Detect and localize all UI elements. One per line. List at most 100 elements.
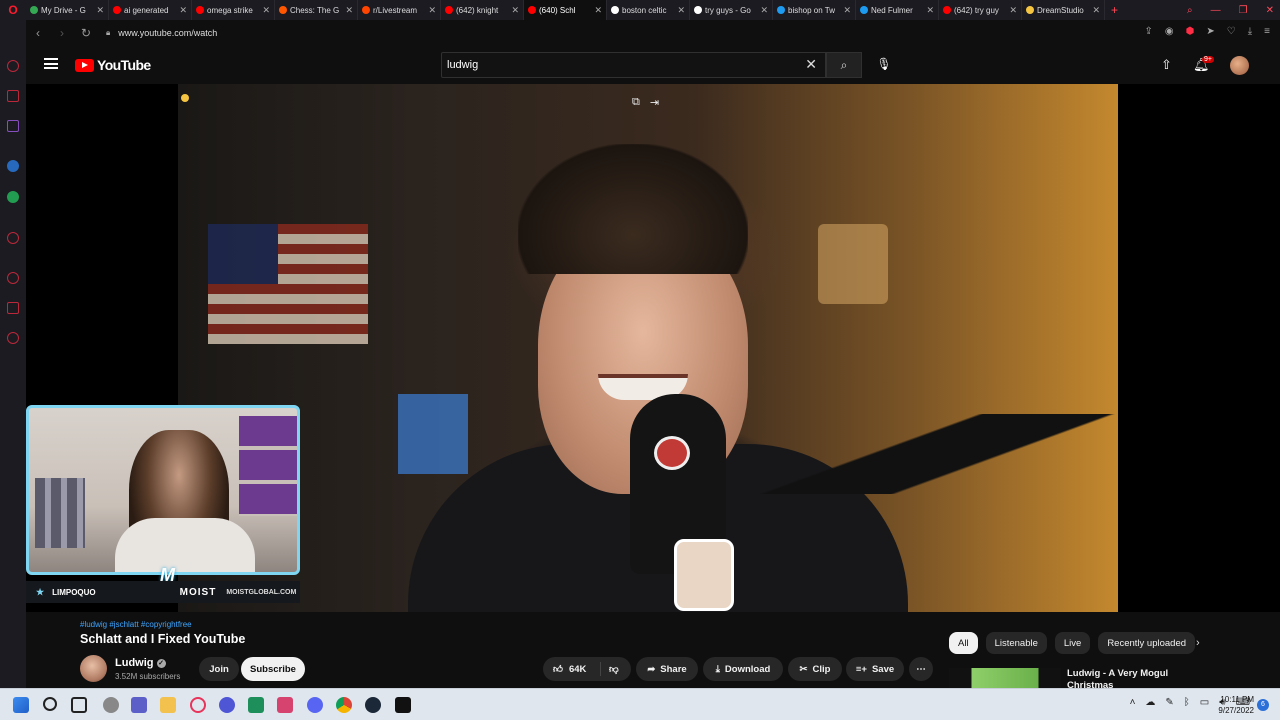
video-hashtags[interactable]: #ludwig #jschlatt #copyrightfree — [80, 620, 192, 629]
download-button[interactable]: ⤓ Download — [703, 657, 783, 681]
recommended-video-title[interactable]: Ludwig - A Very Mogul Christmas — [1067, 668, 1207, 688]
network-icon[interactable]: ▭ — [1200, 697, 1209, 708]
task-view-icon[interactable] — [71, 697, 87, 713]
browser-tab[interactable]: DreamStudio ✕ — [1022, 0, 1105, 20]
download-icon[interactable]: ⤓ — [1248, 26, 1252, 37]
subscribe-button[interactable]: Subscribe — [241, 657, 305, 681]
twitch-icon[interactable] — [7, 120, 19, 132]
channel-avatar[interactable] — [80, 655, 107, 682]
microphone-icon[interactable]: 🎙︎ — [874, 57, 894, 75]
youtube-logo[interactable]: YouTube — [75, 57, 151, 73]
chip-recently-uploaded[interactable]: Recently uploaded — [1098, 632, 1196, 654]
bluetooth-icon[interactable]: ᛒ — [1184, 697, 1190, 708]
tab-close-icon[interactable]: ✕ — [677, 5, 685, 16]
teams-icon[interactable] — [131, 697, 147, 713]
vivaldi-icon[interactable] — [219, 697, 235, 713]
like-button[interactable]: 👍︎ 64K — [543, 662, 601, 676]
reload-button[interactable]: ↻ — [74, 26, 98, 40]
messenger-icon[interactable] — [7, 160, 19, 172]
widgets-icon[interactable] — [103, 697, 119, 713]
hamburger-menu-icon[interactable] — [44, 58, 58, 69]
tab-close-icon[interactable]: ✕ — [262, 5, 270, 16]
tab-close-icon[interactable]: ✕ — [179, 5, 187, 16]
whatsapp-icon[interactable] — [7, 191, 19, 203]
browser-tab[interactable]: ai generated ✕ — [109, 0, 192, 20]
pen-icon[interactable]: ✎ — [1165, 697, 1173, 708]
menu-icon[interactable]: ≡ — [1264, 26, 1270, 37]
settings-icon[interactable] — [7, 332, 19, 344]
restore-button[interactable]: ❐ — [1239, 5, 1248, 16]
search-taskbar-icon[interactable] — [43, 697, 57, 711]
discord-icon[interactable] — [307, 697, 323, 713]
new-tab-button[interactable]: + — [1111, 3, 1118, 17]
forward-button[interactable]: › — [50, 26, 74, 40]
browser-tab[interactable]: (642) knight ✕ — [441, 0, 524, 20]
opera-taskbar-icon[interactable] — [190, 697, 206, 713]
recommended-video-thumbnail[interactable] — [949, 668, 1061, 688]
browser-tab[interactable]: r/Livestream ✕ — [358, 0, 441, 20]
close-window-button[interactable]: ✕ — [1266, 5, 1274, 16]
more-actions-button[interactable]: ⋯ — [909, 657, 933, 681]
vpn-icon[interactable]: ⬢ — [1186, 26, 1195, 37]
browser-tab[interactable]: (642) try guy ✕ — [939, 0, 1022, 20]
taskbar-clock[interactable]: 10:11 PM 9/27/2022 — [1210, 694, 1254, 716]
search-input[interactable]: ludwig ✕ — [441, 52, 826, 78]
search-button[interactable]: ⌕ — [826, 52, 862, 78]
tab-close-icon[interactable]: ✕ — [594, 5, 602, 16]
obs-icon[interactable] — [395, 697, 411, 713]
join-button[interactable]: Join — [199, 657, 239, 681]
bag-icon[interactable] — [7, 90, 19, 102]
upload-icon[interactable]: ⇧ — [1161, 57, 1172, 73]
tab-close-icon[interactable]: ✕ — [1092, 5, 1100, 16]
miniplayer-icon[interactable]: ⧉ — [632, 96, 640, 109]
app-icon-pink[interactable] — [277, 697, 293, 713]
tab-close-icon[interactable]: ✕ — [926, 5, 934, 16]
tab-close-icon[interactable]: ✕ — [843, 5, 851, 16]
dislike-button[interactable]: 👎︎ — [601, 663, 619, 675]
clip-button[interactable]: ✂ Clip — [788, 657, 842, 681]
chevron-right-icon[interactable]: › — [1196, 637, 1200, 649]
chip-all[interactable]: All — [949, 632, 978, 654]
channel-name[interactable]: Ludwig ✓ — [115, 657, 166, 669]
tab-close-icon[interactable]: ✕ — [428, 5, 436, 16]
extensions-icon[interactable] — [7, 302, 19, 314]
steam-icon[interactable] — [365, 697, 381, 713]
notification-center-badge[interactable]: 6 — [1257, 699, 1269, 711]
tab-close-icon[interactable]: ✕ — [96, 5, 104, 16]
tab-close-icon[interactable]: ✕ — [511, 5, 519, 16]
cloud-icon[interactable]: ☁ — [1145, 697, 1155, 708]
share-page-icon[interactable]: ⇪ — [1145, 26, 1153, 37]
browser-tab[interactable]: Chess: The G ✕ — [275, 0, 358, 20]
camera-icon[interactable]: ◉ — [1165, 26, 1174, 37]
heart-icon[interactable]: ♡ — [1227, 26, 1236, 37]
back-button[interactable]: ‹ — [26, 26, 50, 40]
player-icon[interactable] — [7, 232, 19, 244]
share-button[interactable]: ➦ Share — [636, 657, 698, 681]
browser-tab[interactable]: (640) Schl ✕ — [524, 0, 607, 20]
history-icon[interactable] — [7, 272, 19, 284]
windows-start-icon[interactable] — [13, 697, 29, 713]
video-player[interactable]: ⧉ ⇥ M ★ LIMPOQUO MOIST MOISTGLOBAL.COM — [26, 84, 1280, 612]
send-icon[interactable]: ➤ — [1206, 26, 1214, 37]
url-field[interactable]: 🔒︎ www.youtube.com/watch — [106, 28, 217, 38]
pip-exit-icon[interactable]: ⇥ — [650, 96, 659, 109]
app-icon-green[interactable] — [248, 697, 264, 713]
browser-tab[interactable]: Ned Fulmer ✕ — [856, 0, 939, 20]
minimize-button[interactable]: — — [1211, 5, 1221, 16]
chrome-icon[interactable] — [336, 697, 352, 713]
home-icon[interactable] — [7, 60, 19, 72]
save-button[interactable]: ≡+ Save — [846, 657, 904, 681]
account-avatar[interactable] — [1230, 56, 1249, 75]
tab-close-icon[interactable]: ✕ — [1009, 5, 1017, 16]
opera-logo-icon[interactable]: O — [0, 0, 26, 20]
file-explorer-icon[interactable] — [160, 697, 176, 713]
browser-tab[interactable]: My Drive - G ✕ — [26, 0, 109, 20]
browser-tab[interactable]: try guys - Go ✕ — [690, 0, 773, 20]
search-tabs-icon[interactable]: ⌕ — [1187, 5, 1193, 16]
browser-tab[interactable]: boston celtic ✕ — [607, 0, 690, 20]
clear-search-icon[interactable]: ✕ — [805, 56, 817, 73]
chevron-up-icon[interactable]: ˄ — [1130, 697, 1136, 708]
chip-listenable[interactable]: Listenable — [985, 632, 1047, 654]
chip-live[interactable]: Live — [1054, 632, 1091, 654]
tab-close-icon[interactable]: ✕ — [345, 5, 353, 16]
